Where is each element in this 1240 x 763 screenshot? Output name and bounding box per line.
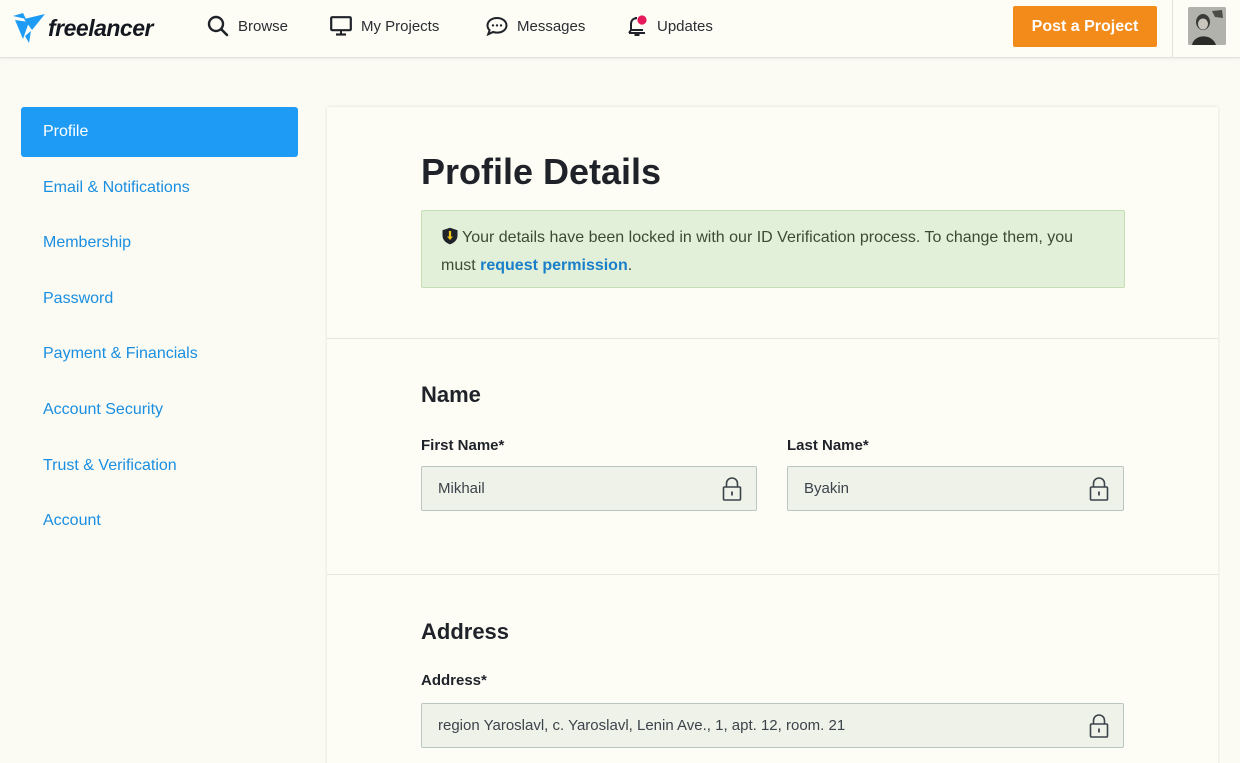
settings-sidebar: Profile Email & Notifications Membership…: [21, 107, 298, 552]
nav-browse-label: Browse: [238, 17, 289, 35]
sidebar-item-password[interactable]: Password: [21, 274, 298, 324]
nav-updates-label: Updates: [657, 17, 713, 35]
nav-divider: [1172, 0, 1173, 58]
address-label: Address*: [421, 672, 487, 689]
id-verification-notice: Your details have been locked in with ou…: [421, 210, 1125, 288]
first-name-label: First Name*: [421, 437, 505, 454]
bird-logo-icon: [13, 13, 45, 43]
nav-my-projects-label: My Projects: [361, 17, 440, 35]
nav-messages-label: Messages: [517, 17, 586, 35]
freelancer-logo[interactable]: freelancer: [12, 11, 153, 45]
last-name-label: Last Name*: [787, 437, 869, 454]
first-name-value: Mikhail: [438, 480, 485, 497]
sidebar-item-membership[interactable]: Membership: [21, 218, 298, 268]
first-name-field[interactable]: Mikhail: [421, 466, 757, 511]
top-navigation-bar: freelancer Browse My Projects Messages U…: [0, 0, 1240, 58]
user-avatar[interactable]: [1188, 7, 1226, 45]
lock-icon: [722, 476, 742, 506]
page-title: Profile Details: [421, 151, 662, 192]
profile-details-card: Profile Details Your details have been l…: [327, 107, 1218, 763]
sidebar-item-trust-verification[interactable]: Trust & Verification: [21, 441, 298, 491]
sidebar-item-email-notifications[interactable]: Email & Notifications: [21, 163, 298, 213]
last-name-field[interactable]: Byakin: [787, 466, 1124, 511]
shield-icon: [441, 227, 459, 253]
address-field[interactable]: region Yaroslavl, c. Yaroslavl, Lenin Av…: [421, 703, 1124, 748]
sidebar-item-account[interactable]: Account: [21, 496, 298, 546]
address-section-title: Address: [421, 619, 510, 644]
sidebar-item-payment-financials[interactable]: Payment & Financials: [21, 329, 298, 379]
logo-wordmark: freelancer: [48, 14, 153, 41]
monitor-icon: [330, 16, 352, 36]
nav-my-projects[interactable]: My Projects: [330, 13, 439, 39]
section-divider: [327, 574, 1218, 575]
sidebar-item-profile[interactable]: Profile: [21, 107, 298, 157]
notice-text-end: .: [627, 257, 633, 274]
nav-browse[interactable]: Browse: [207, 13, 288, 39]
request-permission-link[interactable]: request permission: [480, 257, 628, 274]
name-section-title: Name: [421, 382, 481, 407]
nav-updates[interactable]: Updates: [626, 13, 713, 39]
post-a-project-button[interactable]: Post a Project: [1013, 6, 1157, 47]
last-name-value: Byakin: [804, 480, 850, 497]
lock-icon: [1089, 476, 1109, 506]
search-icon: [207, 15, 229, 37]
lock-icon: [1089, 713, 1109, 743]
chat-bubble-icon: [486, 16, 508, 36]
nav-messages[interactable]: Messages: [486, 13, 585, 39]
section-divider: [327, 338, 1218, 339]
address-value: region Yaroslavl, c. Yaroslavl, Lenin Av…: [438, 717, 846, 734]
sidebar-item-account-security[interactable]: Account Security: [21, 385, 298, 435]
bell-icon: [626, 14, 648, 38]
